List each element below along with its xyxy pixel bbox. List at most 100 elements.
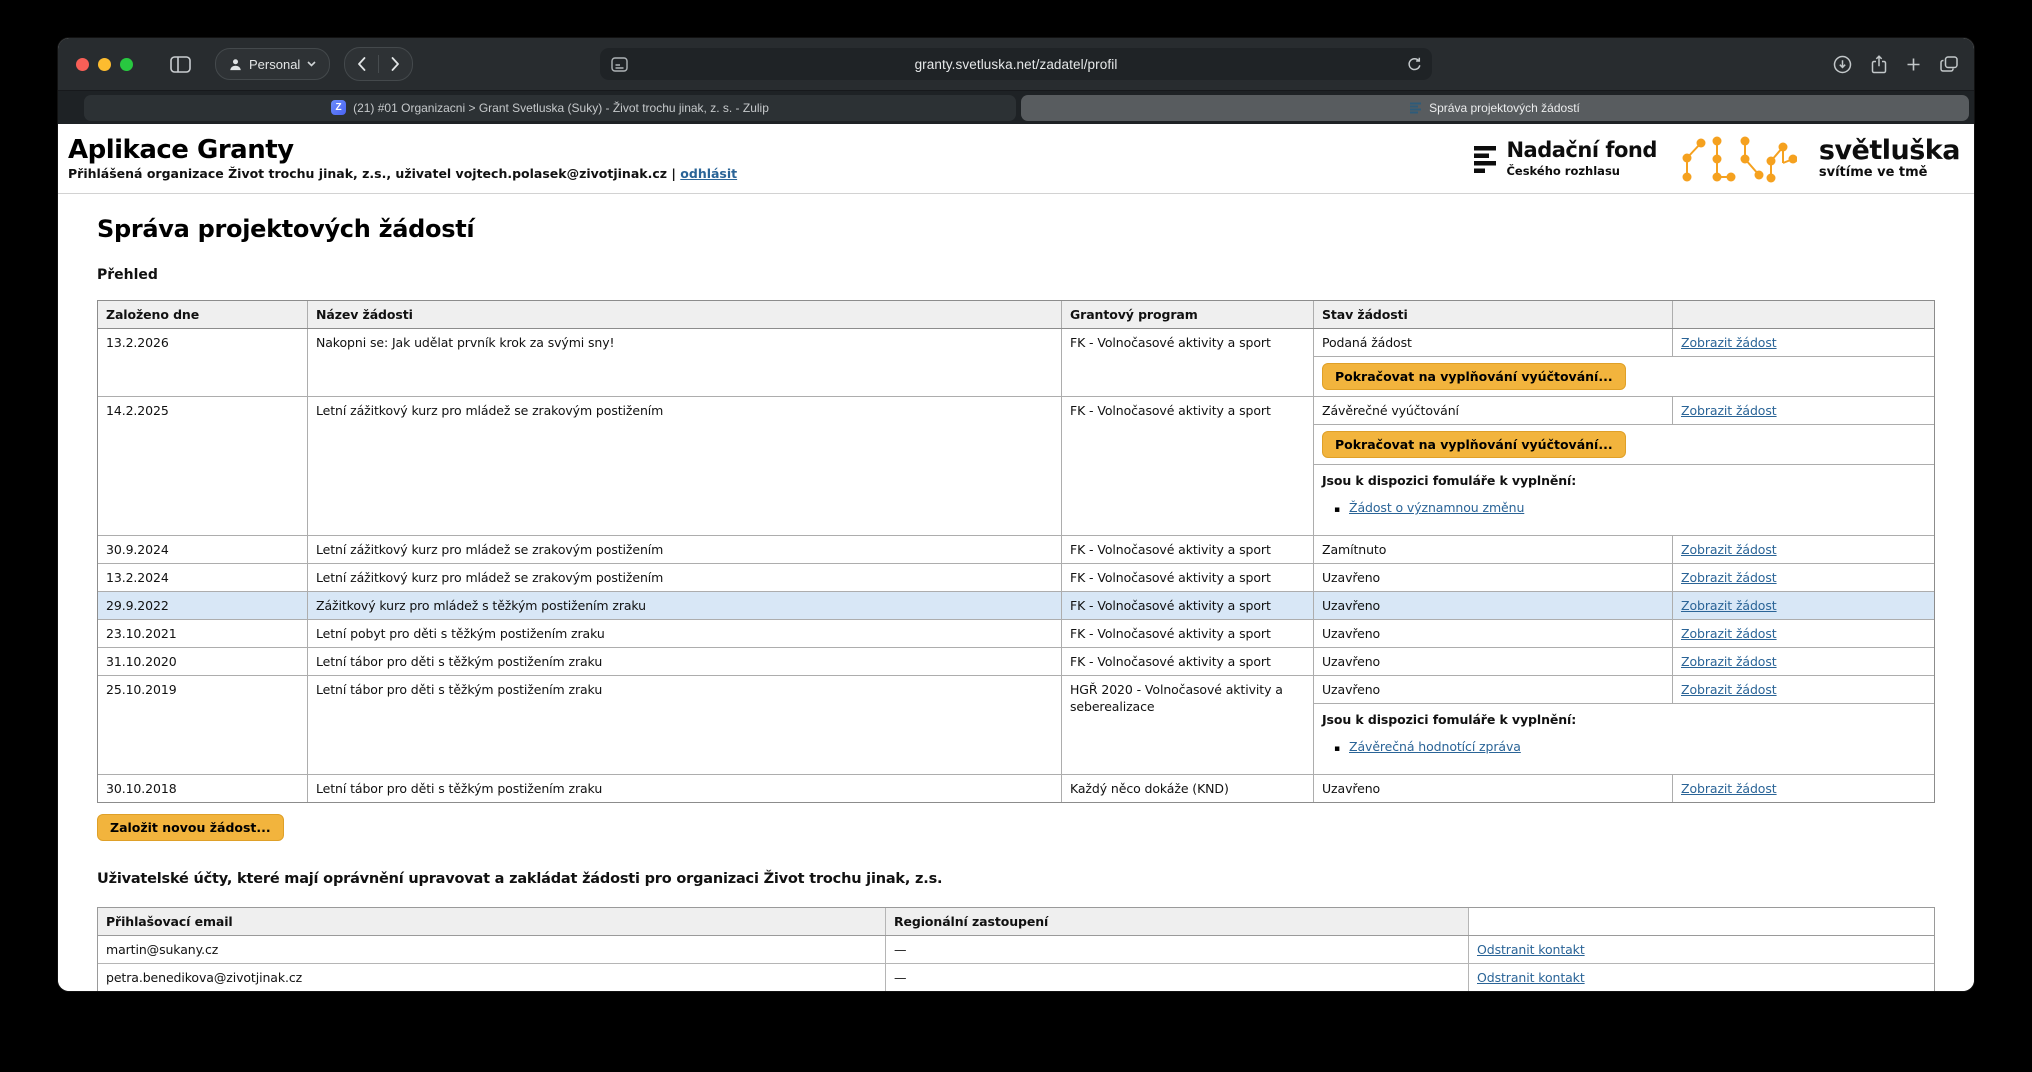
cell-action: Zobrazit žádost [1673, 329, 1934, 356]
table-row[interactable]: 29.9.2022Zážitkový kurz pro mládež s těž… [98, 592, 1934, 620]
col-header-name: Název žádosti [308, 301, 1062, 328]
table-row: petra.benedikova@zivotjinak.cz—Odstranit… [98, 964, 1934, 991]
view-application-link[interactable]: Zobrazit žádost [1681, 570, 1777, 585]
cell-status-area: UzavřenoZobrazit žádost [1314, 564, 1934, 591]
cell-status-area: Podaná žádost Zobrazit žádost Pokračovat n… [1314, 329, 1934, 396]
cell-date: 13.2.2024 [98, 564, 308, 591]
cell-action: Zobrazit žádost [1673, 648, 1934, 675]
status-row: UzavřenoZobrazit žádost [1314, 592, 1934, 619]
address-bar[interactable]: granty.svetluska.net/zadatel/profil [600, 48, 1432, 80]
cell-name: Zážitkový kurz pro mládež s těžkým posti… [308, 592, 1062, 619]
new-tab-button[interactable] [1906, 57, 1921, 72]
view-application-link[interactable]: Zobrazit žádost [1681, 335, 1777, 350]
table-row[interactable]: 23.10.2021Letní pobyt pro děti s těžkým … [98, 620, 1934, 648]
cell-action: Zobrazit žádost [1673, 592, 1934, 619]
cell-status: Uzavřeno [1314, 676, 1673, 703]
cell-program: FK - Volnočasové aktivity a sport [1062, 564, 1314, 591]
browser-window: Personal granty.svetluska.net/zadatel/pr… [58, 38, 1974, 991]
cell-action: Zobrazit žádost [1673, 620, 1934, 647]
status-row: Uzavřeno Zobrazit žádost [1314, 620, 1934, 647]
status-row: UzavřenoZobrazit žádost [1314, 564, 1934, 591]
cell-name: Letní pobyt pro děti s těžkým postižením… [308, 620, 1062, 647]
table-row[interactable]: 25.10.2019Letní tábor pro děti s těžkým … [98, 676, 1934, 775]
share-button[interactable] [1871, 55, 1887, 74]
view-application-link[interactable]: Zobrazit žádost [1681, 781, 1777, 796]
continue-settlement-button[interactable]: Pokračovat na vyplňování vyúčtování... [1322, 431, 1626, 458]
cell-status: Závěrečné vyúčtování [1314, 397, 1673, 424]
minimize-button[interactable] [98, 58, 111, 71]
cell-date: 23.10.2021 [98, 620, 308, 647]
continue-settlement-button[interactable]: Pokračovat na vyplňování vyúčtování... [1322, 363, 1626, 390]
cell-date: 30.10.2018 [98, 775, 308, 802]
app-title: Aplikace Granty [68, 136, 737, 164]
cell-program: HGŘ 2020 - Volnočasové aktivity a sebere… [1062, 676, 1314, 774]
col-header-date: Založeno dne [98, 301, 308, 328]
back-button[interactable] [345, 48, 378, 80]
profile-button[interactable]: Personal [215, 48, 330, 80]
bullet-icon: ▪ [1334, 741, 1340, 758]
forward-button[interactable] [379, 48, 412, 80]
table-row[interactable]: 30.9.2024Letní zážitkový kurz pro mládež… [98, 536, 1934, 564]
remove-contact-link[interactable]: Odstranit kontakt [1477, 970, 1585, 985]
share-icon [1871, 55, 1887, 74]
form-link[interactable]: Žádost o významnou změnu [1349, 499, 1524, 516]
cell-date: 13.2.2026 [98, 329, 308, 396]
view-application-link[interactable]: Zobrazit žádost [1681, 682, 1777, 697]
cell-status-area: Uzavřeno Zobrazit žádost Jsou k dispozici … [1314, 676, 1934, 774]
toolbar-right-buttons [1833, 55, 1958, 74]
form-link-item: ▪ Závěrečná hodnotící zpráva [1334, 738, 1926, 758]
tab-overview-button[interactable] [1940, 56, 1958, 72]
cell-status: Podaná žádost [1314, 329, 1673, 356]
browser-toolbar: Personal granty.svetluska.net/zadatel/pr… [58, 38, 1974, 90]
nadacni-fond-text: Nadační fond Českého rozhlasu [1506, 140, 1656, 178]
view-application-link[interactable]: Zobrazit žádost [1681, 626, 1777, 641]
zoom-button[interactable] [120, 58, 133, 71]
svetluska-subtitle: svítíme ve tmě [1819, 165, 1960, 180]
table-row[interactable]: 13.2.2026Nakopni se: Jak udělat prvník k… [98, 329, 1934, 397]
forms-available-heading: Jsou k dispozici fomuláře k vyplnění: [1322, 472, 1926, 489]
nadacni-fond-title: Nadační fond [1506, 140, 1656, 161]
tab-granty-active[interactable]: Správa projektových žádostí [1021, 95, 1969, 121]
view-application-link[interactable]: Zobrazit žádost [1681, 542, 1777, 557]
view-application-link[interactable]: Zobrazit žádost [1681, 598, 1777, 613]
site-header: Aplikace Granty Přihlášená organizace Ži… [58, 124, 1974, 194]
cell-status-area: UzavřenoZobrazit žádost [1314, 592, 1934, 619]
cell-date: 14.2.2025 [98, 397, 308, 535]
cell-status-area: UzavřenoZobrazit žádost [1314, 648, 1934, 675]
reload-button[interactable] [1407, 57, 1422, 72]
cell-remove: Odstranit kontakt [1469, 964, 1934, 991]
chevron-down-icon [307, 61, 316, 67]
cell-email: petra.benedikova@zivotjinak.cz [98, 964, 886, 991]
new-application-button[interactable]: Založit novou žádost... [97, 814, 284, 841]
cell-program: FK - Volnočasové aktivity a sport [1062, 592, 1314, 619]
col-header-actions [1673, 301, 1934, 328]
cell-program: Každý něco dokáže (KND) [1062, 775, 1314, 802]
close-button[interactable] [76, 58, 89, 71]
view-application-link[interactable]: Zobrazit žádost [1681, 654, 1777, 669]
cell-program: FK - Volnočasové aktivity a sport [1062, 329, 1314, 396]
downloads-icon [1833, 55, 1852, 74]
view-application-link[interactable]: Zobrazit žádost [1681, 403, 1777, 418]
status-row: Uzavřeno Zobrazit žádost [1314, 676, 1934, 703]
forms-available-heading: Jsou k dispozici fomuláře k vyplnění: [1322, 711, 1926, 728]
form-link[interactable]: Závěrečná hodnotící zpráva [1349, 738, 1521, 755]
cell-status: Uzavřeno [1314, 775, 1673, 802]
table-row[interactable]: 30.10.2018Letní tábor pro děti s těžkým … [98, 775, 1934, 802]
zulip-icon: Z [331, 100, 346, 115]
tab-granty-label: Správa projektových žádostí [1429, 101, 1580, 115]
table-row[interactable]: 31.10.2020Letní tábor pro děti s těžkým … [98, 648, 1934, 676]
sidebar-toggle-button[interactable] [163, 49, 197, 79]
downloads-button[interactable] [1833, 55, 1852, 74]
remove-contact-link[interactable]: Odstranit kontakt [1477, 942, 1585, 957]
cell-status: Zamítnuto [1314, 536, 1673, 563]
table-row[interactable]: 14.2.2025Letní zážitkový kurz pro mládež… [98, 397, 1934, 536]
logout-link[interactable]: odhlásit [680, 166, 737, 181]
nadacni-fond-subtitle: Českého rozhlasu [1506, 164, 1656, 178]
tab-overview-icon [1940, 56, 1958, 72]
cell-remove: Odstranit kontakt [1469, 936, 1934, 963]
url-text[interactable]: granty.svetluska.net/zadatel/profil [600, 57, 1432, 72]
cell-name: Letní zážitkový kurz pro mládež se zrako… [308, 397, 1062, 535]
tab-zulip[interactable]: Z (21) #01 Organizacni > Grant Svetluska… [84, 95, 1016, 121]
cell-status: Uzavřeno [1314, 620, 1673, 647]
table-row[interactable]: 13.2.2024Letní zážitkový kurz pro mládež… [98, 564, 1934, 592]
